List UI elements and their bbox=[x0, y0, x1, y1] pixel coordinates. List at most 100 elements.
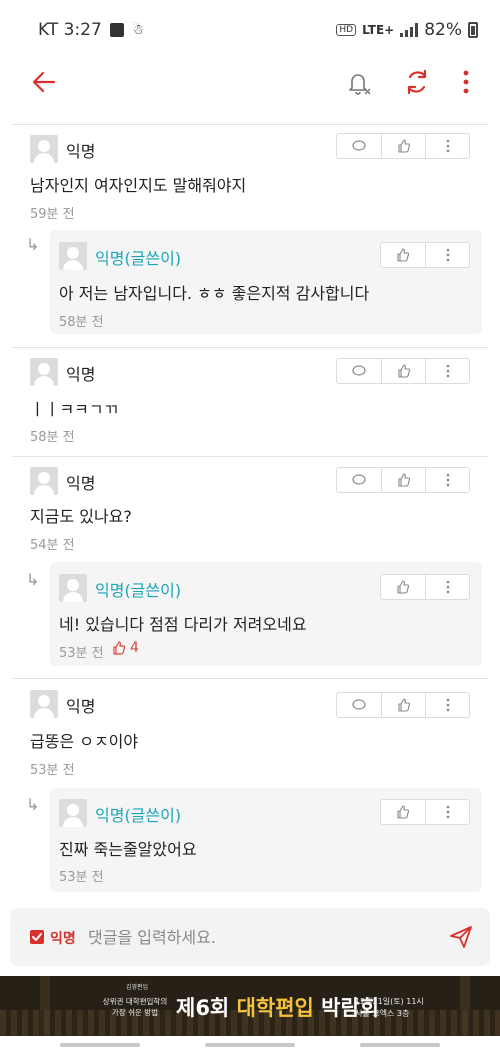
more-button[interactable] bbox=[425, 134, 469, 158]
more-vertical-icon bbox=[446, 473, 449, 487]
comment-text: 급똥은 ㅇㅈ이야 bbox=[30, 732, 139, 751]
comment-actions bbox=[336, 133, 470, 159]
avatar bbox=[59, 242, 87, 270]
like-button[interactable] bbox=[381, 468, 425, 492]
like-button[interactable] bbox=[381, 243, 425, 267]
comment-time: 54분 전 bbox=[30, 538, 75, 553]
more-vertical-icon bbox=[446, 248, 449, 262]
like-button[interactable] bbox=[381, 359, 425, 383]
more-vertical-icon bbox=[446, 580, 449, 594]
ad-headline-number: 제6회 bbox=[176, 996, 230, 1020]
reply-author: 익명(글쓴이) bbox=[95, 806, 182, 825]
reply-button[interactable] bbox=[337, 468, 381, 492]
back-arrow-icon[interactable] bbox=[30, 68, 58, 96]
comment-author: 익명 bbox=[66, 474, 96, 493]
nav-home-handle[interactable] bbox=[205, 1043, 295, 1047]
more-vertical-icon bbox=[446, 698, 449, 712]
anonymous-checkbox[interactable] bbox=[30, 930, 44, 944]
thumbs-up-icon bbox=[397, 698, 410, 712]
comment-actions bbox=[336, 358, 470, 384]
comment-input-bar: 익명 bbox=[10, 908, 490, 966]
more-vertical-icon[interactable] bbox=[456, 68, 476, 96]
comment-text: 지금도 있나요? bbox=[30, 507, 132, 526]
comment-actions bbox=[336, 467, 470, 493]
checkmark-icon bbox=[32, 933, 42, 941]
ad-logo: 김영편입 bbox=[126, 984, 149, 991]
speech-bubble-icon bbox=[352, 140, 366, 151]
thumbs-up-icon bbox=[397, 139, 410, 153]
ad-banner[interactable]: 김영편입 상위권 대학편입학의 가장 쉬운 방법 제6회 대학편입 박람회 12… bbox=[0, 976, 500, 1036]
like-button[interactable] bbox=[381, 575, 425, 599]
reply-time: 58분 전 bbox=[59, 315, 104, 330]
ad-headline-accent: 대학편입 bbox=[236, 996, 314, 1020]
anonymous-label[interactable]: 익명 bbox=[50, 928, 76, 948]
media-play-icon bbox=[109, 23, 124, 37]
reply-actions bbox=[380, 242, 470, 268]
reply-button[interactable] bbox=[337, 134, 381, 158]
status-time: KT 3:27 bbox=[38, 20, 102, 40]
comment-author: 익명 bbox=[66, 365, 96, 384]
reply-arrow-icon: ↳ bbox=[26, 795, 40, 814]
thumbs-up-icon bbox=[397, 473, 410, 487]
like-count: 4 bbox=[112, 640, 139, 656]
reply-time: 53분 전 bbox=[59, 870, 104, 885]
notification-off-icon[interactable] bbox=[344, 68, 374, 98]
more-button[interactable] bbox=[425, 359, 469, 383]
comment-actions bbox=[336, 692, 470, 718]
comment-item: 익명 지금도 있나요? 54분 전 ↳ 익명(글쓴이) 네! 있습니다 점점 다… bbox=[0, 457, 500, 677]
thumbs-up-icon bbox=[397, 580, 410, 594]
avatar bbox=[30, 358, 58, 386]
app-bar bbox=[0, 60, 500, 120]
like-button[interactable] bbox=[381, 800, 425, 824]
more-vertical-icon bbox=[446, 139, 449, 153]
more-button[interactable] bbox=[425, 468, 469, 492]
like-button[interactable] bbox=[381, 134, 425, 158]
reply-button[interactable] bbox=[337, 693, 381, 717]
battery-icon bbox=[468, 22, 478, 38]
nav-recents-handle[interactable] bbox=[60, 1043, 140, 1047]
reply-button[interactable] bbox=[337, 359, 381, 383]
speech-bubble-icon bbox=[352, 699, 366, 710]
comment-text: 남자인지 여자인지도 말해줘야지 bbox=[30, 176, 247, 195]
more-button[interactable] bbox=[425, 575, 469, 599]
status-bar: KT 3:27 ☃ HD LTE+ 82% bbox=[0, 0, 500, 60]
refresh-icon[interactable] bbox=[403, 68, 431, 96]
avatar bbox=[30, 467, 58, 495]
reply-text: 진짜 죽는줄알았어요 bbox=[59, 840, 197, 859]
signal-icon bbox=[400, 23, 419, 37]
comment-input[interactable] bbox=[88, 924, 418, 950]
thumbs-up-icon bbox=[113, 641, 126, 655]
reply-arrow-icon: ↳ bbox=[26, 570, 40, 589]
reply-actions bbox=[380, 574, 470, 600]
avatar bbox=[30, 690, 58, 718]
comment-author: 익명 bbox=[66, 697, 96, 716]
app-notification-icon: ☃ bbox=[131, 22, 145, 38]
battery-percent: 82% bbox=[424, 20, 462, 40]
comment-item: 익명 급똥은 ㅇㅈ이야 53분 전 ↳ 익명(글쓴이) 진짜 죽는줄알았어요 5… bbox=[0, 679, 500, 899]
more-button[interactable] bbox=[425, 243, 469, 267]
reply-author: 익명(글쓴이) bbox=[95, 249, 182, 268]
reply-actions bbox=[380, 799, 470, 825]
reply-text: 아 저는 남자입니다. ㅎㅎ 좋은지적 감사합니다 bbox=[59, 284, 370, 303]
more-button[interactable] bbox=[425, 800, 469, 824]
ad-tagline-line1: 상위권 대학편입학의 bbox=[102, 997, 168, 1006]
avatar bbox=[59, 574, 87, 602]
reply-text: 네! 있습니다 점점 다리가 저려오네요 bbox=[59, 615, 307, 634]
ad-headline: 제6회 대학편입 박람회 bbox=[176, 992, 379, 1022]
more-button[interactable] bbox=[425, 693, 469, 717]
comment-item: 익명 ㅣㅣㅋㅋㄱㄲ 58분 전 bbox=[0, 348, 500, 455]
comment-time: 59분 전 bbox=[30, 207, 75, 222]
like-button[interactable] bbox=[381, 693, 425, 717]
reply-author: 익명(글쓴이) bbox=[95, 581, 182, 600]
thumbs-up-icon bbox=[397, 248, 410, 262]
comment-time: 58분 전 bbox=[30, 430, 75, 445]
reply-item: 익명(글쓴이) 아 저는 남자입니다. ㅎㅎ 좋은지적 감사합니다 58분 전 bbox=[50, 230, 482, 334]
reply-arrow-icon: ↳ bbox=[26, 235, 40, 254]
send-icon[interactable] bbox=[448, 924, 474, 950]
ad-venue: 서울 코엑스 3층 bbox=[355, 1009, 410, 1018]
avatar bbox=[59, 799, 87, 827]
comment-author: 익명 bbox=[66, 142, 96, 161]
ad-event-info: 12월21일(토) 11시 서울 코엑스 3층 bbox=[355, 996, 424, 1020]
nav-back-handle[interactable] bbox=[360, 1043, 440, 1047]
reply-item: 익명(글쓴이) 네! 있습니다 점점 다리가 저려오네요 53분 전 4 bbox=[50, 562, 482, 666]
